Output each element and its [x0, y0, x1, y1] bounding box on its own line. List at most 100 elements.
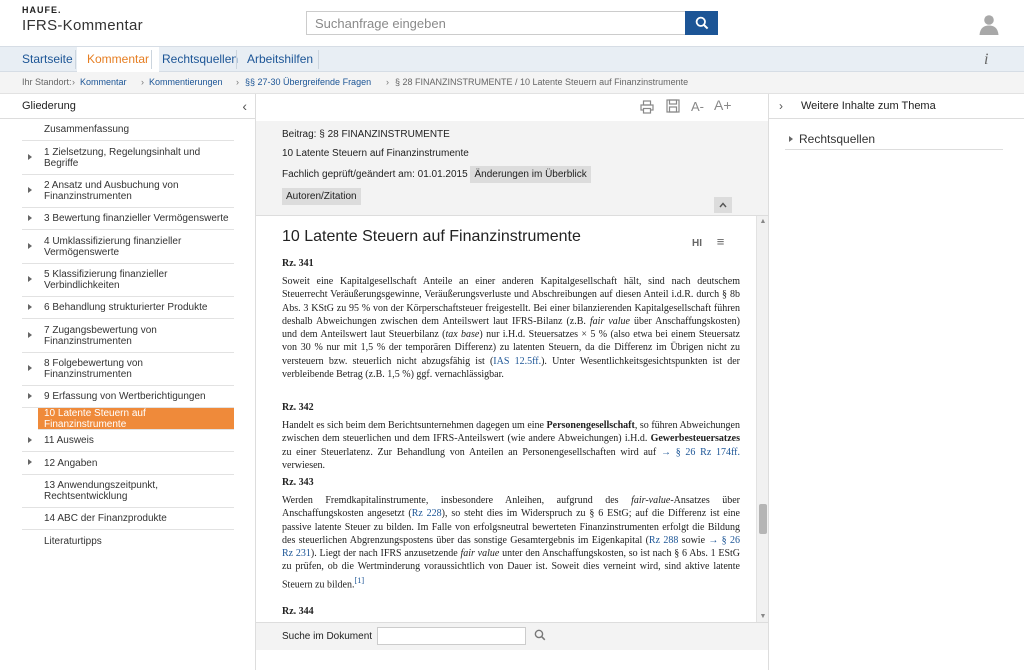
outline-item-label: 5 Klassifizierung finanzieller Verbindli…	[44, 269, 168, 291]
paragraph-341: Soweit eine Kapitalgesellschaft Anteile …	[282, 276, 741, 381]
outline-item-label: 10 Latente Steuern auf Finanzinstrumente	[44, 407, 146, 430]
outline-item-12[interactable]: 12 Angaben	[22, 452, 234, 475]
print-icon[interactable]	[640, 100, 654, 114]
outline-item-label: 4 Umklassifizierung finanzieller Vermöge…	[44, 235, 182, 258]
expand-arrow-icon[interactable]	[28, 436, 32, 443]
outline-item-label: 14 ABC der Finanzprodukte	[44, 513, 167, 524]
outline-item-13[interactable]: 13 Anwendungszeitpunkt, Rechtsentwicklun…	[22, 475, 234, 508]
info-icon[interactable]: i	[984, 51, 988, 69]
rz-heading-344: Rz. 344	[282, 606, 314, 617]
search-box[interactable]	[306, 11, 686, 35]
meta-beitrag: Beitrag: § 28 FINANZINSTRUMENTE	[282, 129, 450, 140]
expand-arrow-icon[interactable]	[28, 303, 32, 310]
outline-item-14[interactable]: 14 ABC der Finanzprodukte	[22, 508, 234, 530]
outline-item-label: Zusammenfassung	[44, 124, 130, 135]
tab-arbeitshilfen[interactable]: Arbeitshilfen	[237, 47, 323, 72]
expand-arrow-icon[interactable]	[789, 136, 793, 142]
nav-divider	[75, 50, 76, 69]
scroll-thumb[interactable]	[759, 504, 767, 534]
outline-title: Gliederung	[22, 100, 76, 112]
breadcrumb-prefix: Ihr Standort:	[22, 77, 72, 87]
outline-item-1[interactable]: 1 Zielsetzung, Regelungsinhalt und Begri…	[22, 141, 234, 175]
expand-arrow-icon[interactable]	[28, 331, 32, 338]
rz-heading-341: Rz. 341	[282, 258, 314, 269]
outline-item-11[interactable]: 11 Ausweis	[22, 430, 234, 452]
link-rz-228[interactable]: Rz 228	[412, 508, 442, 519]
document-meta: Beitrag: § 28 FINANZINSTRUMENTE 10 Laten…	[256, 121, 768, 216]
outline-item-label: 9 Erfassung von Wertberichtigungen	[44, 391, 206, 402]
outline-item-zusammenfassung[interactable]: Zusammenfassung	[22, 119, 234, 141]
meta-authors-row: Autoren/Zitation	[282, 188, 361, 205]
breadcrumb-separator: ›	[386, 77, 389, 87]
authors-citation-button[interactable]: Autoren/Zitation	[282, 188, 361, 205]
expand-arrow-icon[interactable]	[28, 214, 32, 221]
outline-list: Zusammenfassung 1 Zielsetzung, Regelungs…	[22, 119, 234, 552]
expand-arrow-icon[interactable]	[28, 365, 32, 371]
outline-item-6[interactable]: 6 Behandlung strukturierter Produkte	[22, 297, 234, 319]
breadcrumb-current: § 28 FINANZINSTRUMENTE / 10 Latente Steu…	[395, 77, 689, 87]
menu-icon[interactable]: ≡	[717, 234, 725, 249]
expand-arrow-icon[interactable]	[28, 392, 32, 399]
tab-startseite[interactable]: Startseite	[12, 47, 83, 72]
paragraph-343: Werden Fremdkapitalinstrumente, insbeson…	[282, 495, 741, 591]
expand-arrow-icon[interactable]	[28, 242, 32, 249]
paragraph-342: Handelt es sich beim dem Berichtsunterne…	[282, 420, 740, 471]
search-button[interactable]	[685, 11, 718, 35]
outline-item-8[interactable]: 8 Folgebewertung von Finanzinstrumenten	[22, 353, 234, 386]
breadcrumb: Ihr Standort: › Kommentar › Kommentierun…	[0, 72, 1024, 94]
outline-item-7[interactable]: 7 Zugangsbewertung von Finanzinstrumente…	[22, 319, 234, 353]
changes-overview-button[interactable]: Änderungen im Überblick	[470, 166, 591, 183]
outline-item-label: 13 Anwendungszeitpunkt, Rechtsentwicklun…	[44, 480, 158, 502]
chevron-up-icon	[719, 202, 727, 208]
app-title: IFRS-Kommentar	[22, 17, 143, 34]
document-search-label: Suche im Dokument	[282, 631, 373, 642]
collapse-meta-button[interactable]	[714, 197, 732, 213]
link-rz-174[interactable]: → § 26 Rz 174ff.	[661, 447, 740, 458]
document-scrollbar[interactable]: ▲ ▼	[756, 216, 768, 622]
link-rz-288[interactable]: Rz 288	[649, 535, 678, 546]
outline-item-4[interactable]: 4 Umklassifizierung finanzieller Vermöge…	[22, 230, 234, 264]
footnote-link[interactable]: [1]	[354, 576, 364, 585]
content-toolbar: A- A+	[256, 94, 768, 121]
tab-kommentar[interactable]: Kommentar	[77, 47, 160, 72]
link-ias-12[interactable]: IAS 12.5ff.	[493, 356, 541, 367]
app-header: HAUFE. IFRS-Kommentar	[0, 0, 1024, 46]
main-nav: Startseite Kommentar Rechtsquellen Arbei…	[0, 46, 1024, 72]
breadcrumb-item-kommentierungen[interactable]: Kommentierungen	[149, 72, 223, 93]
save-icon[interactable]	[666, 99, 680, 113]
expand-arrow-icon[interactable]	[28, 459, 32, 465]
outline-item-label: 11 Ausweis	[44, 435, 94, 446]
search-icon[interactable]	[534, 629, 546, 641]
breadcrumb-item-uebergreifende-fragen[interactable]: §§ 27-30 Übergreifende Fragen	[245, 72, 371, 93]
related-item-rechtsquellen[interactable]: Rechtsquellen	[785, 128, 1003, 150]
expand-arrow-icon[interactable]	[28, 276, 32, 282]
document-search-bar: Suche im Dokument	[256, 622, 768, 650]
tab-rechtsquellen[interactable]: Rechtsquellen	[152, 47, 248, 72]
outline-item-2[interactable]: 2 Ansatz und Ausbuchung von Finanzinstru…	[22, 175, 234, 208]
outline-item-label: 8 Folgebewertung von Finanzinstrumenten	[44, 358, 143, 380]
rz-heading-342: Rz. 342	[282, 402, 314, 413]
search-input[interactable]	[307, 12, 685, 34]
outline-item-10-active[interactable]: 10 Latente Steuern auf Finanzinstrumente	[38, 408, 234, 430]
breadcrumb-separator: ›	[141, 77, 144, 87]
highlight-toggle[interactable]: HI	[692, 238, 702, 249]
breadcrumb-item-kommentar[interactable]: Kommentar	[80, 72, 127, 93]
brand-logo: HAUFE.	[22, 5, 62, 15]
font-larger-button[interactable]: A+	[714, 97, 732, 113]
document-search-input[interactable]	[377, 627, 526, 645]
user-icon[interactable]	[978, 13, 1000, 35]
outline-item-9[interactable]: 9 Erfassung von Wertberichtigungen	[22, 386, 234, 408]
expand-arrow-icon[interactable]	[28, 187, 32, 193]
rz-heading-343: Rz. 343	[282, 477, 314, 488]
outline-item-5[interactable]: 5 Klassifizierung finanzieller Verbindli…	[22, 264, 234, 297]
outline-item-literaturtipps[interactable]: Literaturtipps	[22, 530, 234, 552]
collapse-right-icon[interactable]: ›	[779, 94, 783, 118]
breadcrumb-separator: ›	[236, 77, 239, 87]
document-tools: HI ≡	[692, 234, 724, 249]
related-panel: › Weitere Inhalte zum Thema Rechtsquelle…	[768, 94, 1024, 670]
outline-item-3[interactable]: 3 Bewertung finanzieller Vermögenswerte	[22, 208, 234, 230]
expand-arrow-icon[interactable]	[28, 153, 32, 160]
font-smaller-button[interactable]: A-	[691, 99, 704, 114]
breadcrumb-separator: ›	[72, 77, 75, 87]
collapse-left-icon[interactable]: ‹	[242, 94, 247, 118]
